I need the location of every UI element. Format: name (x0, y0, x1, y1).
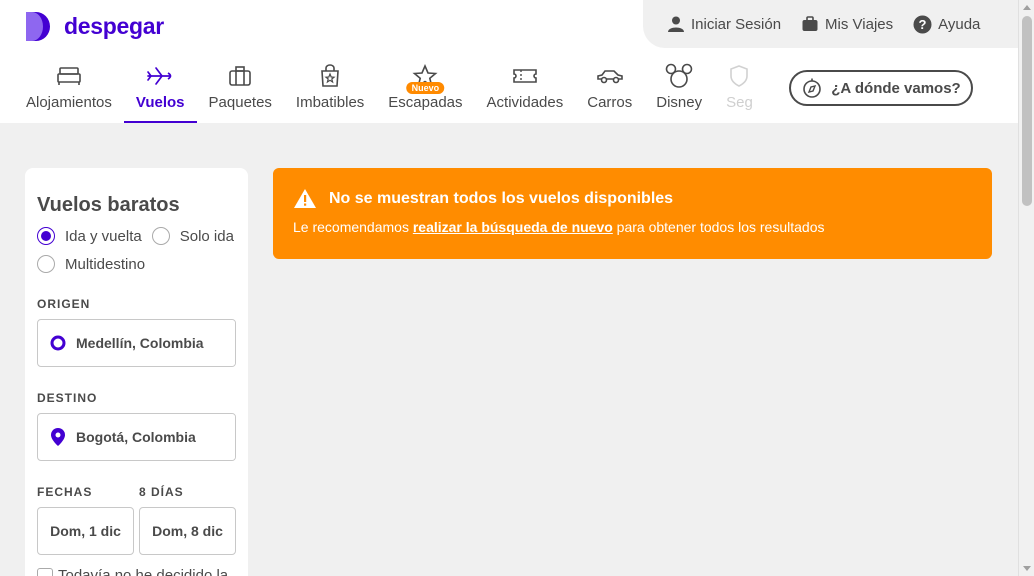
where-to-button[interactable]: ¿A dónde vamos? (789, 70, 973, 106)
suitcase-icon (802, 16, 818, 31)
tab-actividades[interactable]: Actividades (475, 62, 576, 123)
departure-date-value: Dom, 1 dic (50, 523, 121, 539)
product-nav: Alojamientos Vuelos Paquetes Imbatibles … (14, 62, 765, 123)
alert-text-after: para obtener todos los resultados (612, 219, 825, 235)
return-date-value: Dom, 8 dic (152, 523, 223, 539)
scroll-up-icon[interactable] (1023, 5, 1031, 10)
tab-seguros[interactable]: Seg (714, 62, 765, 123)
radio-label: Multidestino (65, 255, 146, 273)
logo[interactable]: despegar (24, 10, 164, 43)
help-link[interactable]: ? Ayuda (913, 15, 980, 34)
alert-title: No se muestran todos los vuelos disponib… (329, 189, 674, 207)
despegar-logo-icon (26, 12, 50, 41)
return-date-field[interactable]: Dom, 8 dic (139, 507, 236, 555)
insurance-icon (730, 65, 749, 87)
radio-label: Solo ida (179, 227, 234, 245)
warning-alert: No se muestran todos los vuelos disponib… (273, 168, 992, 259)
help-label: Ayuda (938, 15, 981, 33)
tab-carros[interactable]: Carros (575, 62, 644, 123)
origin-label: ORIGEN (37, 297, 91, 311)
tab-alojamientos[interactable]: Alojamientos (14, 62, 124, 123)
radio-round-trip[interactable] (37, 227, 55, 245)
header: despegar Iniciar Sesión Mis Viajes ? Ayu… (0, 0, 1018, 123)
tab-label: Paquetes (208, 94, 272, 111)
svg-text:?: ? (919, 17, 927, 32)
page-scrollbar[interactable] (1018, 0, 1034, 576)
radio-label: Ida y vuelta (65, 227, 142, 245)
help-icon: ? (913, 15, 932, 33)
destination-value: Bogotá, Colombia (76, 429, 196, 445)
alert-body: Le recomendamos realizar la búsqueda de … (293, 219, 972, 235)
bed-icon (57, 67, 81, 85)
compass-icon (803, 78, 822, 98)
alert-text-before: Le recomendamos (293, 219, 413, 235)
origin-value: Medellín, Colombia (76, 335, 204, 351)
origin-circle-icon (50, 335, 66, 351)
undecided-checkbox[interactable] (37, 567, 53, 576)
star-bag-icon (321, 64, 339, 87)
search-panel: Vuelos baratos Ida y vuelta Solo ida Mul… (25, 168, 248, 576)
tab-label: Imbatibles (295, 94, 365, 111)
tab-vuelos[interactable]: Vuelos (123, 62, 197, 123)
location-pin-icon (51, 428, 65, 446)
tab-label: Escapadas (388, 94, 463, 111)
tab-paquetes[interactable]: Paquetes (197, 62, 284, 123)
car-icon (596, 70, 623, 84)
user-bar: Iniciar Sesión Mis Viajes ? Ayuda (643, 0, 1018, 48)
tab-label: Seg (726, 94, 753, 111)
tab-label: Alojamientos (26, 94, 112, 111)
origin-field[interactable]: Medellín, Colombia (37, 319, 236, 367)
ticket-icon (513, 69, 537, 83)
tab-label: Vuelos (135, 94, 185, 111)
search-title: Vuelos baratos (37, 194, 180, 216)
tab-label: Disney (656, 94, 703, 111)
my-trips-label: Mis Viajes (825, 15, 894, 33)
tab-imbatibles[interactable]: Imbatibles (284, 62, 376, 123)
user-icon (668, 16, 684, 32)
mickey-icon (665, 63, 693, 88)
login-link[interactable]: Iniciar Sesión (667, 15, 781, 33)
days-count-label: 8 DÍAS (139, 485, 184, 499)
undecided-label: Todavía no he decidido la (58, 567, 229, 576)
tab-disney[interactable]: Disney (644, 62, 714, 123)
destination-label: DESTINO (37, 391, 98, 405)
tab-escapadas[interactable]: Nuevo Escapadas (376, 62, 474, 123)
departure-date-field[interactable]: Dom, 1 dic (37, 507, 134, 555)
plane-icon (147, 67, 172, 85)
login-label: Iniciar Sesión (691, 15, 782, 33)
destination-field[interactable]: Bogotá, Colombia (37, 413, 236, 461)
where-to-label: ¿A dónde vamos? (831, 79, 961, 97)
tab-label: Carros (587, 94, 633, 111)
dates-label: FECHAS (37, 485, 93, 499)
radio-multi-destination[interactable] (37, 255, 55, 273)
scrollbar-thumb[interactable] (1022, 16, 1032, 206)
new-badge: Nuevo (406, 82, 445, 94)
scroll-down-icon[interactable] (1023, 566, 1031, 571)
my-trips-link[interactable]: Mis Viajes (801, 15, 893, 33)
logo-text: despegar (64, 13, 164, 39)
tab-label: Actividades (486, 94, 564, 111)
radio-one-way[interactable] (151, 227, 170, 245)
warning-icon (294, 189, 316, 208)
suitcase-icon (229, 66, 252, 86)
retry-search-link[interactable]: realizar la búsqueda de nuevo (413, 219, 613, 235)
